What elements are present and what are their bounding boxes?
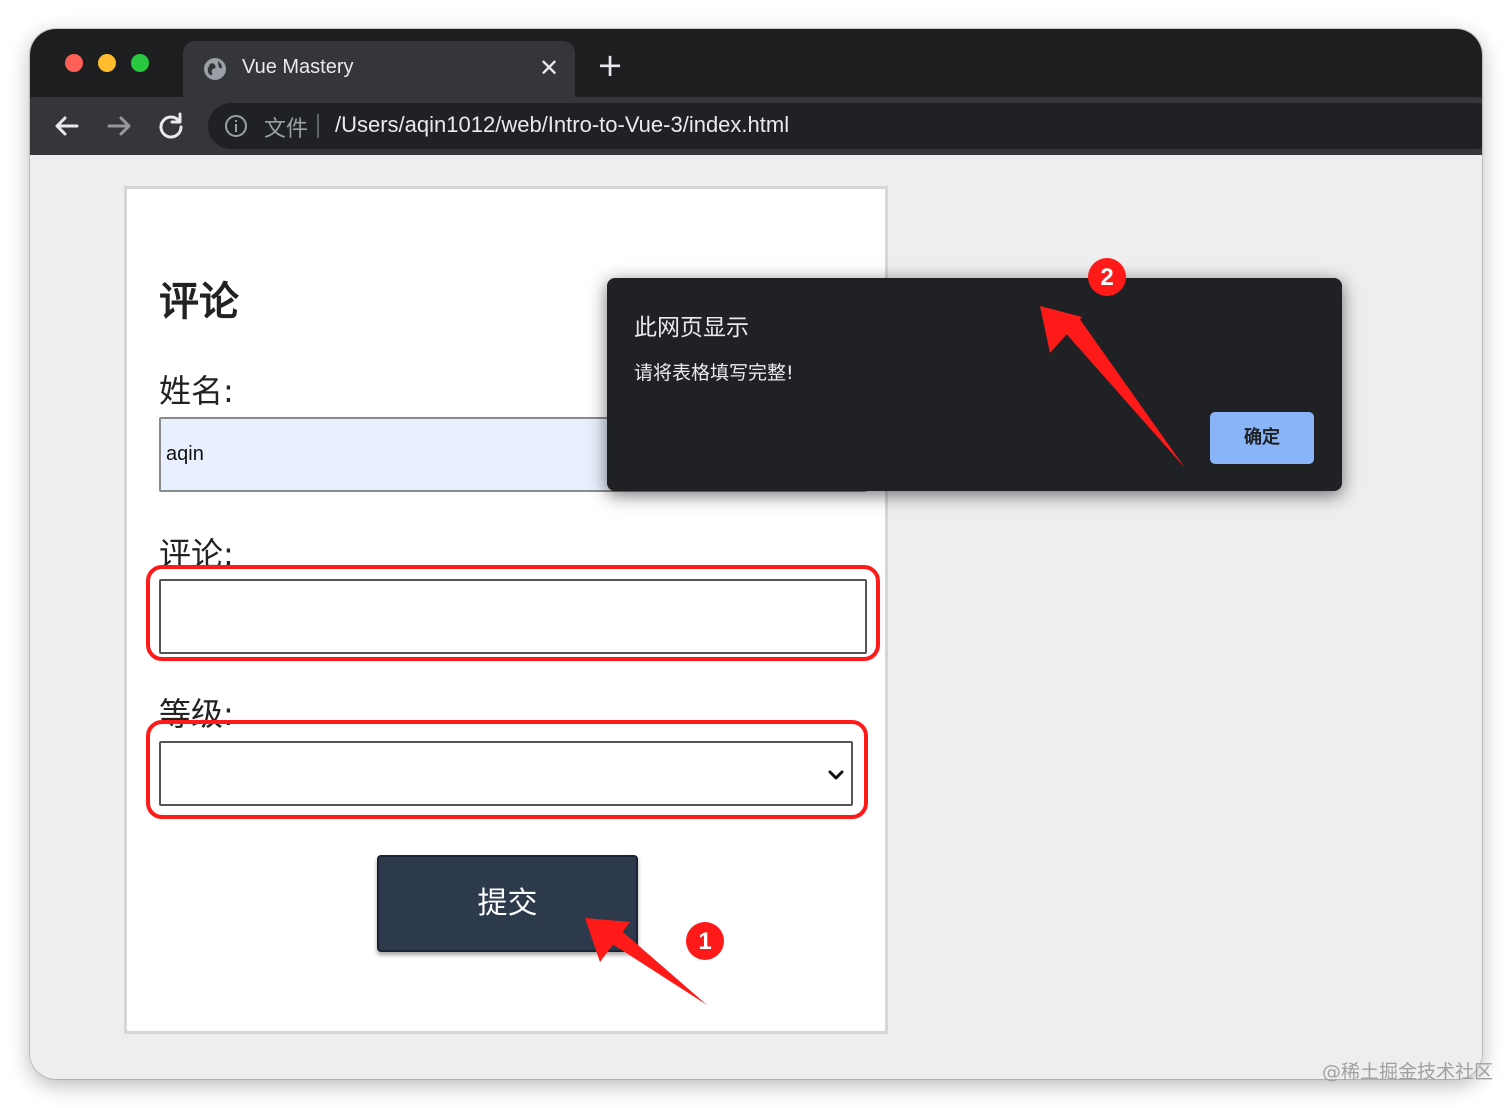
globe-icon <box>204 58 226 80</box>
dialog-message: 请将表格填写完整! <box>634 362 794 384</box>
browser-toolbar: 文件 /Users/aqin1012/web/Intro-to-Vue-3/in… <box>30 97 1482 155</box>
scheme-label: 文件 <box>264 117 309 142</box>
close-window-button[interactable] <box>65 54 83 72</box>
watermark: @稀土掘金技术社区 <box>1322 1061 1494 1083</box>
rating-highlight-box <box>146 720 868 819</box>
omnibox-divider <box>317 114 319 138</box>
browser-window: Vue Mastery ✕ + 文件 /Users/aqin1012/web/I… <box>30 29 1482 1079</box>
close-icon[interactable]: ✕ <box>535 54 563 82</box>
back-arrow-icon[interactable] <box>52 111 82 141</box>
reload-icon[interactable] <box>156 111 186 141</box>
plus-icon[interactable]: + <box>596 49 624 81</box>
alert-dialog: 此网页显示 请将表格填写完整! 确定 <box>607 278 1342 491</box>
url-text[interactable]: /Users/aqin1012/web/Intro-to-Vue-3/index… <box>335 112 789 138</box>
submit-button[interactable]: 提交 <box>377 855 638 952</box>
minimize-window-button[interactable] <box>98 54 116 72</box>
name-label: 姓名: <box>159 372 234 410</box>
page-content: 评论 姓名: aqin 评论: 等级: 提交 此网页显示 请将表格填写完整! 确… <box>30 155 1482 1079</box>
tab-title: Vue Mastery <box>242 56 354 78</box>
info-icon[interactable] <box>224 114 248 138</box>
dialog-ok-button[interactable]: 确定 <box>1210 412 1314 464</box>
zoom-window-button[interactable] <box>131 54 149 72</box>
dialog-title: 此网页显示 <box>634 315 749 341</box>
review-highlight-box <box>146 565 880 661</box>
tab-bar: Vue Mastery ✕ + <box>30 29 1482 99</box>
address-bar[interactable]: 文件 /Users/aqin1012/web/Intro-to-Vue-3/in… <box>208 103 1482 149</box>
forward-arrow-icon[interactable] <box>104 111 134 141</box>
form-title: 评论 <box>159 279 239 325</box>
browser-tab[interactable]: Vue Mastery ✕ <box>183 41 575 99</box>
